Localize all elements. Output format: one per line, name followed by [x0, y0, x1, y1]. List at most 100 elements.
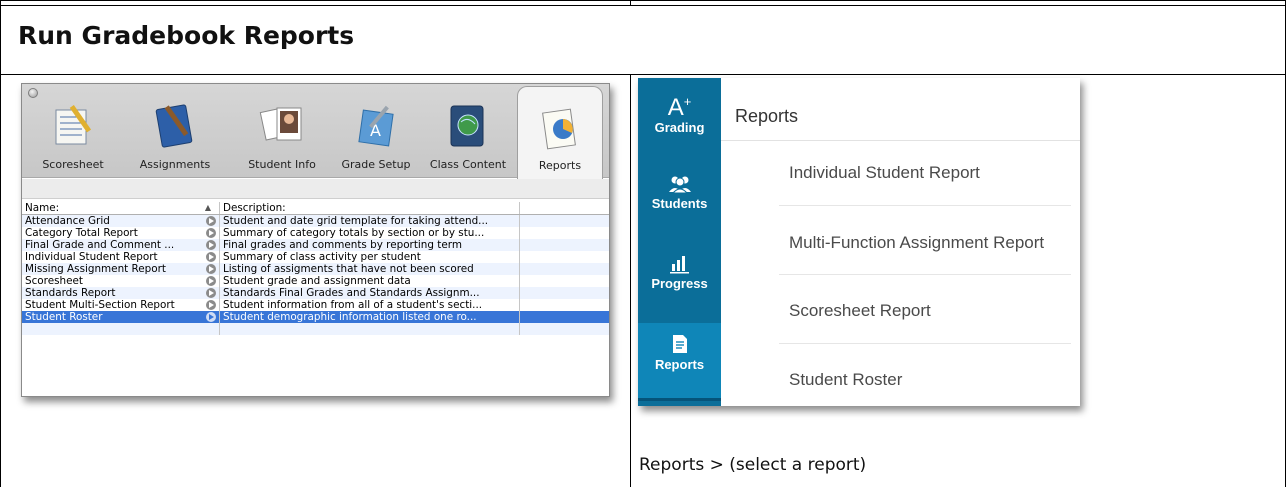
- sidebar-item-reports[interactable]: Reports: [638, 323, 721, 401]
- table-row[interactable]: Student Multi-Section Report Student inf…: [22, 299, 609, 311]
- toolbar-item-scoresheet[interactable]: Scoresheet: [30, 84, 116, 178]
- table-row-empty: [22, 323, 609, 335]
- go-arrow-icon[interactable]: [206, 276, 216, 286]
- row-name: Scoresheet: [25, 275, 83, 287]
- table-row[interactable]: Attendance Grid Student and date grid te…: [22, 215, 609, 227]
- navigation-caption: Reports > (select a report): [639, 455, 867, 475]
- students-icon: [668, 176, 691, 194]
- sidebar-item-progress[interactable]: Progress: [638, 254, 721, 314]
- row-description: Student and date grid template for takin…: [220, 215, 520, 227]
- row-name: Student Multi-Section Report: [25, 299, 175, 311]
- row-description: Summary of class activity per student: [220, 251, 520, 263]
- go-arrow-icon[interactable]: [206, 312, 216, 322]
- toolbar-item-student-info[interactable]: Student Info: [234, 84, 330, 178]
- row-name-cell: Scoresheet: [22, 275, 220, 287]
- progress-icon: [669, 256, 689, 274]
- reports-icon: [672, 335, 687, 353]
- list-divider: [779, 343, 1071, 344]
- table-header: Name: ▲ Description:: [22, 202, 609, 215]
- column-header-empty: [520, 202, 605, 214]
- toolbar-item-assignments[interactable]: Assignments: [118, 84, 232, 178]
- column-header-name[interactable]: Name: ▲: [22, 202, 220, 214]
- toolbar: Scoresheet Assignments Student Info A Gr…: [22, 84, 609, 179]
- list-divider: [779, 205, 1071, 206]
- row-name: Category Total Report: [25, 227, 138, 239]
- table-row[interactable]: Standards Report Standards Final Grades …: [22, 287, 609, 299]
- row-empty-cell: [520, 239, 605, 251]
- row-name: Standards Report: [25, 287, 116, 299]
- row-name: Student Roster: [25, 311, 103, 323]
- go-arrow-icon[interactable]: [206, 264, 216, 274]
- row-empty-cell: [520, 251, 605, 263]
- page-title: Reports: [735, 106, 799, 126]
- row-empty-cell: [520, 323, 605, 335]
- toolbar-item-class-content[interactable]: Class Content: [422, 84, 514, 178]
- toolbar-item-grade-setup[interactable]: A Grade Setup: [332, 84, 420, 178]
- report-link-individual-student[interactable]: Individual Student Report: [789, 163, 980, 183]
- title-divider: [721, 140, 1080, 141]
- toolbar-label: Student Info: [248, 158, 316, 171]
- table-border-top: [0, 0, 1286, 1]
- go-arrow-icon[interactable]: [206, 288, 216, 298]
- sidebar-item-students[interactable]: Students: [638, 174, 721, 234]
- report-link-scoresheet[interactable]: Scoresheet Report: [789, 301, 931, 321]
- row-description: Student grade and assignment data: [220, 275, 520, 287]
- go-arrow-icon[interactable]: [206, 228, 216, 238]
- row-empty-cell: [520, 275, 605, 287]
- row-empty-cell: [520, 299, 605, 311]
- row-empty-cell: [520, 287, 605, 299]
- go-arrow-icon[interactable]: [206, 252, 216, 262]
- column-header-label: Description:: [223, 202, 286, 214]
- scoresheet-icon: [55, 104, 92, 145]
- table-row[interactable]: Scoresheet Student grade and assignment …: [22, 275, 609, 287]
- section-heading: Run Gradebook Reports: [18, 21, 355, 50]
- go-arrow-icon[interactable]: [206, 300, 216, 310]
- filter-bar: [22, 179, 609, 199]
- row-empty-cell: [520, 263, 605, 275]
- sidebar-item-label: Reports: [654, 357, 705, 372]
- go-arrow-icon[interactable]: [206, 240, 216, 250]
- row-name-cell: Category Total Report: [22, 227, 220, 239]
- report-link-student-roster[interactable]: Student Roster: [789, 370, 902, 390]
- row-empty-cell: [220, 323, 520, 335]
- reports-table: Name: ▲ Description: Attendance Grid Stu…: [22, 202, 609, 335]
- reports-icon: [542, 108, 576, 150]
- row-name: Missing Assignment Report: [25, 263, 166, 275]
- row-description: Listing of assigments that have not been…: [220, 263, 520, 275]
- row-name-cell: Student Roster: [22, 311, 220, 323]
- sidebar-item-grading[interactable]: A+ Grading: [638, 90, 721, 152]
- go-arrow-icon[interactable]: [206, 216, 216, 226]
- table-row[interactable]: Missing Assignment Report Listing of ass…: [22, 263, 609, 275]
- table-row[interactable]: Final Grade and Comment ... Final grades…: [22, 239, 609, 251]
- table-row[interactable]: Category Total Report Summary of categor…: [22, 227, 609, 239]
- row-name-cell: Final Grade and Comment ...: [22, 239, 220, 251]
- row-empty-cell: [22, 323, 220, 335]
- table-row-selected[interactable]: Student Roster Student demographic infor…: [22, 311, 609, 323]
- table-row[interactable]: Individual Student Report Summary of cla…: [22, 251, 609, 263]
- sidebar-item-label: Grading: [654, 120, 705, 135]
- toolbar-item-reports[interactable]: Reports: [517, 86, 603, 179]
- grading-icon: A+: [638, 90, 721, 120]
- header-top-rule: [0, 5, 1286, 6]
- sidebar-item-label: Students: [651, 196, 708, 211]
- sidebar-item-label: Progress: [651, 276, 708, 291]
- toolbar-label: Reports: [538, 159, 582, 172]
- header-bottom-rule: [0, 74, 1286, 75]
- column-header-description[interactable]: Description:: [220, 202, 520, 214]
- student-info-icon: [259, 107, 302, 141]
- column-divider: [630, 74, 631, 487]
- class-content-icon: [450, 105, 484, 147]
- row-name-cell: Missing Assignment Report: [22, 263, 220, 275]
- row-name-cell: Attendance Grid: [22, 215, 220, 227]
- row-description: Standards Final Grades and Standards Ass…: [220, 287, 520, 299]
- toolbar-label: Grade Setup: [341, 158, 411, 171]
- row-name-cell: Individual Student Report: [22, 251, 220, 263]
- toolbar-label: Assignments: [139, 158, 211, 171]
- sort-ascending-icon: ▲: [204, 203, 211, 212]
- row-name: Final Grade and Comment ...: [25, 239, 175, 251]
- report-link-multi-function-assignment[interactable]: Multi-Function Assignment Report: [789, 233, 1044, 253]
- sidebar: A+ Grading Students Progress Reports: [638, 78, 721, 406]
- row-empty-cell: [520, 311, 605, 323]
- column-header-label: Name:: [25, 202, 60, 214]
- web-gradebook-window: A+ Grading Students Progress Reports Rep…: [638, 78, 1080, 406]
